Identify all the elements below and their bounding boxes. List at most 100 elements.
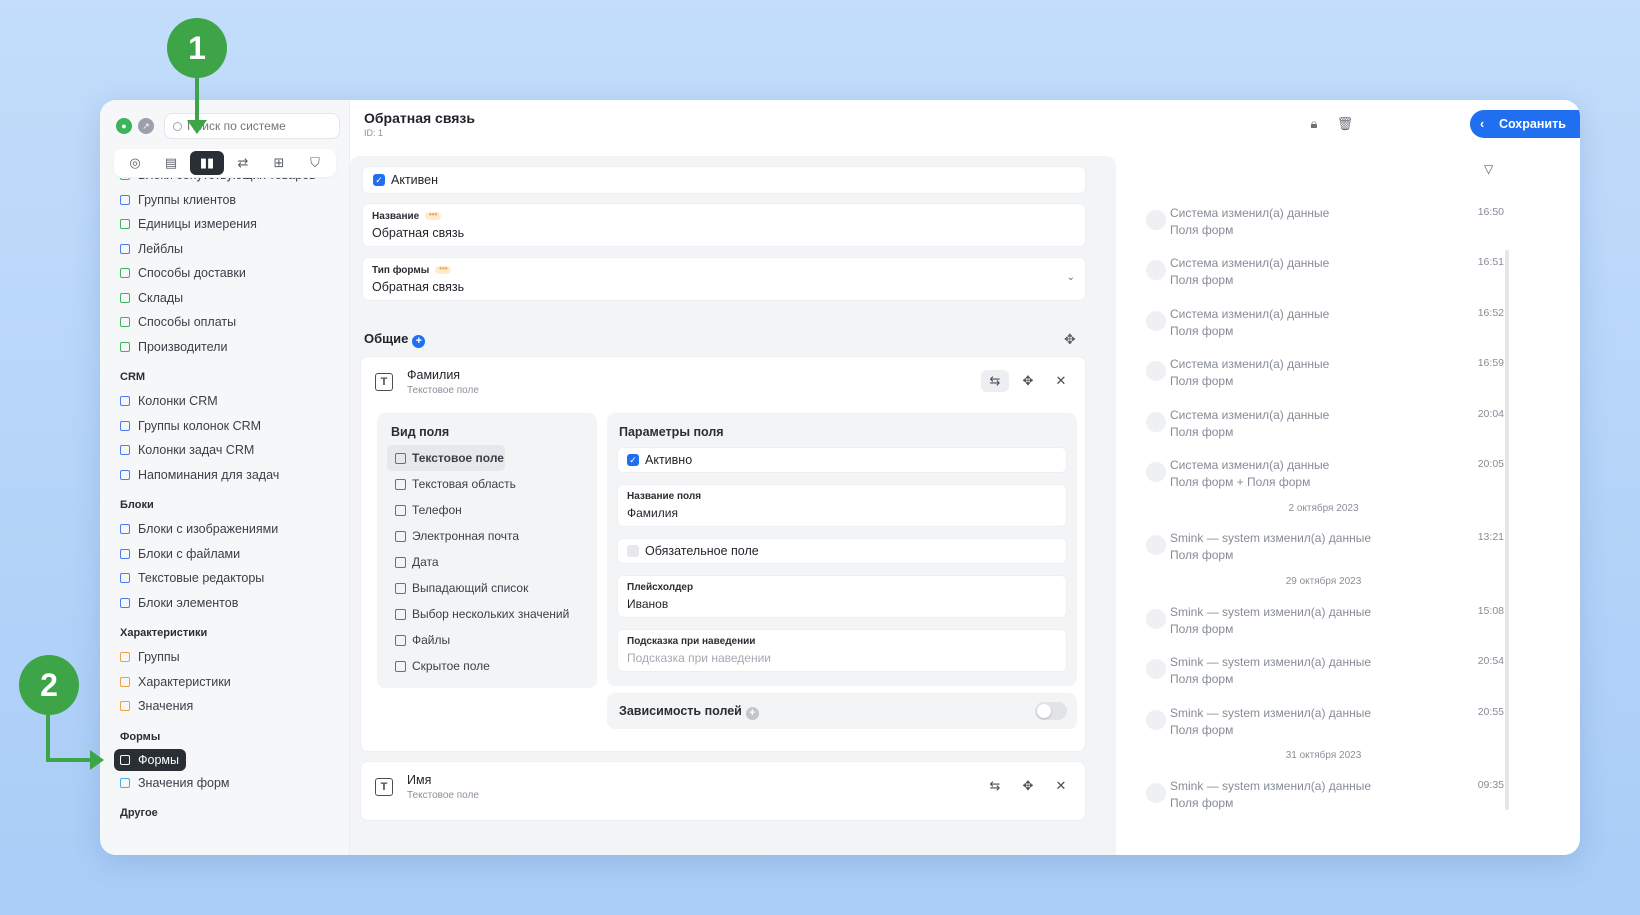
- history-object: Поля форм: [1170, 374, 1234, 388]
- widget-icon[interactable]: ⛉: [298, 151, 332, 175]
- param-placeholder-value[interactable]: Иванов: [627, 597, 1057, 611]
- settings-toggle-icon[interactable]: ⇆: [981, 775, 1009, 797]
- search-icon: [173, 121, 182, 131]
- sidebar-item[interactable]: Группы колонок CRM: [100, 414, 350, 439]
- add-field-icon[interactable]: +: [412, 334, 426, 348]
- move-icon[interactable]: ✥: [1014, 370, 1042, 392]
- view-type-option[interactable]: Выбор нескольких значений: [387, 601, 592, 627]
- history-entry: Smink — system изменил(а) данные Поля фор…: [1116, 655, 1516, 695]
- sidebar-item[interactable]: Блоки с файлами: [100, 542, 350, 567]
- field-type-icon: [395, 504, 406, 516]
- history-object: Поля форм: [1170, 273, 1234, 287]
- annotation-arrow-2: [46, 712, 50, 761]
- history-action: Система изменил(а) данные: [1170, 408, 1330, 422]
- sidebar-item[interactable]: Единицы измерения: [100, 212, 350, 237]
- text-field-icon: T: [375, 373, 393, 391]
- view-type-title: Вид поля: [391, 425, 450, 439]
- save-button[interactable]: ‹ Сохранить +: [1470, 110, 1580, 138]
- sidebar-item[interactable]: Производители: [100, 335, 350, 360]
- chevron-down-icon[interactable]: ⌄: [1067, 272, 1075, 283]
- sidebar-item-label: Напоминания для задач: [138, 467, 280, 482]
- param-hint-input[interactable]: Подсказка при наведении: [627, 651, 1057, 665]
- param-hint-field[interactable]: Подсказка при наведении Подсказка при на…: [617, 629, 1067, 672]
- sidebar-item[interactable]: Напоминания для задач: [100, 463, 350, 488]
- view-type-label: Электронная почта: [412, 529, 520, 543]
- move-icon[interactable]: ✥: [1014, 775, 1042, 797]
- sidebar-item[interactable]: Группы: [100, 645, 350, 670]
- history-action: Smink — system изменил(а) данные: [1170, 706, 1372, 720]
- view-type-option[interactable]: Файлы: [387, 627, 592, 653]
- sidebar-item[interactable]: Блоки с изображениями: [100, 517, 350, 542]
- sidebar-item[interactable]: Лейблы: [100, 237, 350, 262]
- sidebar-item-label: Колонки задач CRM: [138, 443, 255, 458]
- sidebar-item-label: Блоки сопутствующих товаров: [138, 178, 316, 182]
- close-icon[interactable]: ✕: [1047, 775, 1075, 797]
- sidebar-item-label: Способы доставки: [138, 266, 246, 281]
- sidebar-item-forms[interactable]: Формы: [114, 748, 186, 771]
- close-icon[interactable]: ✕: [1047, 370, 1075, 392]
- sidebar-item-icon: [120, 194, 130, 205]
- sidebar-item[interactable]: Текстовые редакторы: [100, 566, 350, 591]
- more-icon[interactable]: •••: [425, 211, 442, 221]
- dependency-label: Зависимость полей +: [619, 704, 759, 720]
- trash-icon[interactable]: 🗑︎: [1337, 116, 1354, 132]
- sidebar-item-icon: [120, 341, 130, 352]
- settings-icon[interactable]: ⇄: [226, 151, 260, 175]
- param-name-field[interactable]: Название поля Фамилия: [617, 484, 1067, 527]
- sidebar-item[interactable]: Способы доставки: [100, 261, 350, 286]
- view-type-option[interactable]: Телефон: [387, 497, 592, 523]
- param-active-row[interactable]: ✓ Активно: [617, 447, 1067, 473]
- sidebar-item[interactable]: Колонки задач CRM: [100, 438, 350, 463]
- param-required-checkbox[interactable]: [627, 545, 639, 557]
- page-header: Обратная связь ID: 1 🔒︎ 🗑︎ ‹ Сохранить +: [350, 100, 1580, 150]
- active-checkbox-row[interactable]: ✓ Активен: [362, 166, 1086, 194]
- name-field[interactable]: Название ••• Обратная связь: [362, 203, 1086, 247]
- form-editor: ✓ Активен Название ••• Обратная связь Тип…: [350, 156, 1116, 855]
- sidebar-item[interactable]: Блоки элементов: [100, 591, 350, 616]
- history-object: Поля форм: [1170, 622, 1234, 636]
- add-dependency-icon[interactable]: +: [745, 706, 759, 720]
- dependency-toggle[interactable]: [1035, 702, 1067, 720]
- sidebar-item[interactable]: Характеристики: [100, 670, 350, 695]
- settings-toggle-icon[interactable]: ⇆: [981, 370, 1009, 392]
- view-type-option[interactable]: Дата: [387, 549, 592, 575]
- param-required-row[interactable]: Обязательное поле: [617, 538, 1067, 564]
- external-link-icon[interactable]: ↗: [138, 118, 154, 134]
- sidebar-item[interactable]: Колонки CRM: [100, 389, 350, 414]
- name-value[interactable]: Обратная связь: [372, 226, 1076, 240]
- view-type-option[interactable]: Электронная почта: [387, 523, 592, 549]
- history-time: 20:04: [1477, 408, 1504, 420]
- param-name-label: Название поля: [627, 491, 702, 502]
- reference-icon[interactable]: ▮▮: [190, 151, 224, 175]
- sidebar-item[interactable]: Склады: [100, 286, 350, 311]
- form-type-value: Обратная связь: [372, 280, 465, 294]
- move-icon[interactable]: ✥: [1064, 331, 1076, 348]
- sidebar-item[interactable]: Способы оплаты: [100, 310, 350, 335]
- catalog-icon[interactable]: ▤: [154, 151, 188, 175]
- sidebar-item[interactable]: Блоки сопутствующих товаров: [100, 178, 350, 188]
- sidebar: ● ↗ ◎ ▤ ▮▮ ⇄ ⊞ ⛉ Блоки сопутствующих тов…: [100, 100, 350, 855]
- history-time: 20:54: [1477, 655, 1504, 667]
- param-name-value[interactable]: Фамилия: [627, 506, 1057, 520]
- view-type-option[interactable]: Текстовое поле: [387, 445, 505, 471]
- form-type-select[interactable]: Тип формы ••• Обратная связь ⌄: [362, 257, 1086, 301]
- sidebar-item-label: Характеристики: [138, 674, 231, 689]
- param-active-checkbox[interactable]: ✓: [627, 454, 639, 466]
- sidebar-item[interactable]: Группы клиентов: [100, 188, 350, 213]
- sidebar-item[interactable]: Значения: [100, 694, 350, 719]
- filter-icon[interactable]: ▽: [1484, 162, 1493, 176]
- sidebar-item[interactable]: Значения форм: [100, 771, 350, 796]
- history-scrollbar[interactable]: [1505, 250, 1509, 810]
- sidebar-item-label: Блоки элементов: [138, 595, 239, 610]
- name-label: Название: [372, 211, 420, 222]
- user-icon[interactable]: ●: [116, 118, 132, 134]
- lock-icon[interactable]: 🔒︎: [1306, 116, 1322, 132]
- more-icon[interactable]: •••: [435, 265, 452, 275]
- view-type-option[interactable]: Выпадающий список: [387, 575, 592, 601]
- active-checkbox[interactable]: ✓: [373, 174, 385, 186]
- view-type-option[interactable]: Скрытое поле: [387, 653, 592, 679]
- dashboard-icon[interactable]: ◎: [118, 151, 152, 175]
- view-type-option[interactable]: Текстовая область: [387, 471, 592, 497]
- add-icon[interactable]: ⊞: [262, 151, 296, 175]
- param-placeholder-field[interactable]: Плейсхолдер Иванов: [617, 575, 1067, 618]
